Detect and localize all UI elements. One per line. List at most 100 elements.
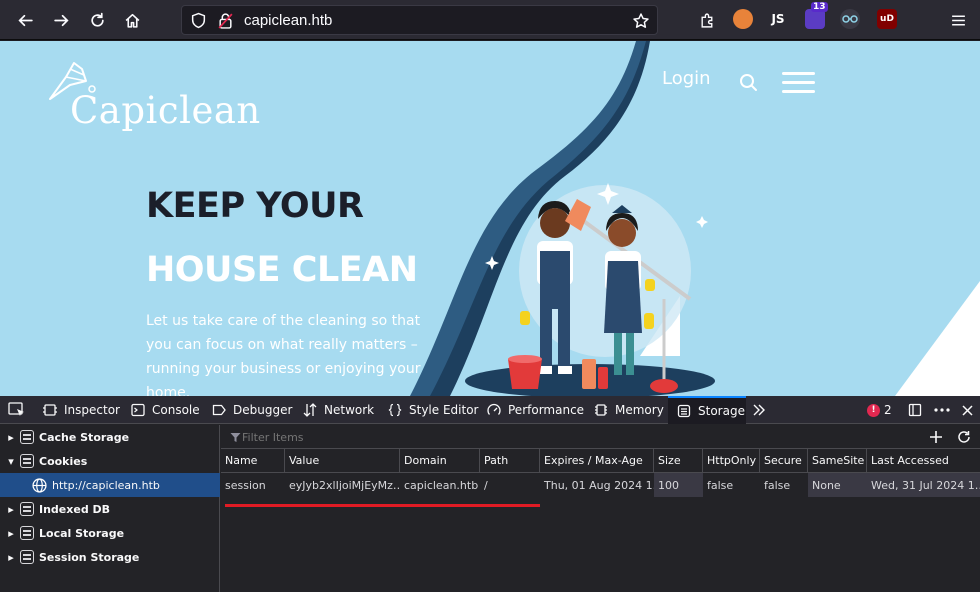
col-header-size[interactable]: Size [654,449,703,472]
devtools-tabbar: Inspector Console Debugger Network Style… [0,396,980,424]
login-link[interactable]: Login [662,68,711,89]
cell-size[interactable]: 100 [654,473,703,497]
table-header: Name Value Domain Path Expires / Max-Age… [221,449,980,473]
tree-local-storage[interactable]: ▸ Local Storage [0,521,220,545]
purple-ext-icon[interactable]: 13 [805,2,828,29]
cell-domain[interactable]: capiclean.htb [400,473,480,497]
gauge-icon [486,402,502,418]
ublock-icon[interactable]: uD [877,9,897,29]
cell-name[interactable]: session [221,473,285,497]
network-icon [302,402,318,418]
add-item-icon[interactable] [929,430,943,444]
tab-inspector[interactable]: Inspector [42,396,120,424]
tree-label: Local Storage [39,526,125,540]
tab-debugger-label: Debugger [233,403,293,417]
col-header-samesite[interactable]: SameSite [808,449,867,472]
url-bar[interactable]: capiclean.htb [181,5,658,35]
insecure-lock-icon[interactable] [218,12,233,29]
col-header-domain[interactable]: Domain [400,449,480,472]
app-menu-button[interactable] [944,6,972,34]
home-icon [125,13,139,28]
devtools-options-button[interactable] [933,396,951,424]
tab-storage[interactable]: Storage [668,396,746,424]
database-icon [20,454,34,468]
extensions-button[interactable] [693,6,721,34]
close-devtools-button[interactable] [961,396,974,424]
expand-arrow-icon[interactable]: ▸ [6,527,16,540]
memory-chip-icon [593,402,609,418]
error-count: 2 [884,403,892,417]
dock-toggle-button[interactable] [908,396,922,424]
forward-button[interactable] [47,6,75,34]
tab-memory[interactable]: Memory [593,396,664,424]
inspector-icon [42,402,58,418]
col-header-expires[interactable]: Expires / Max-Age [540,449,654,472]
hero-paragraph: Let us take care of the cleaning so that… [146,313,421,396]
expand-arrow-icon[interactable]: ▸ [6,431,16,444]
tab-debugger[interactable]: Debugger [211,396,292,424]
more-dots-icon [934,408,950,412]
spy-ext-icon[interactable] [840,9,860,29]
cell-expires[interactable]: Thu, 01 Aug 2024 1… [540,473,654,497]
cell-httponly[interactable]: false [703,473,760,497]
hero-heading-line1: KEEP YOUR [146,186,364,226]
site-menu-button[interactable] [782,72,815,94]
search-icon[interactable] [738,71,760,93]
shield-icon[interactable] [190,12,207,29]
devtools-panel: Inspector Console Debugger Network Style… [0,396,980,592]
hamburger-menu-icon [951,14,965,26]
tab-inspector-label: Inspector [64,403,120,417]
col-header-secure[interactable]: Secure [760,449,808,472]
tab-performance[interactable]: Performance [486,396,584,424]
tree-cookie-origin[interactable]: http://capiclean.htb [0,473,220,497]
back-arrow-icon [17,14,33,26]
cell-value[interactable]: eyJyb2xlIjoiMjEyMz… [285,473,400,497]
error-icon: ! [867,403,880,417]
col-header-last-accessed[interactable]: Last Accessed [867,449,980,472]
cleaners-illustration [485,183,708,393]
cell-last-accessed[interactable]: Wed, 31 Jul 2024 1… [867,473,980,497]
console-icon [130,402,146,418]
close-icon [962,404,973,416]
col-header-value[interactable]: Value [285,449,400,472]
cell-secure[interactable]: false [760,473,808,497]
error-count-badge[interactable]: ! 2 [867,396,892,424]
url-text[interactable]: capiclean.htb [244,12,332,29]
tab-memory-label: Memory [615,403,664,417]
js-ext-icon[interactable]: JS [768,9,788,29]
reload-icon [90,12,104,27]
refresh-icon[interactable] [957,430,971,444]
tree-cache-storage[interactable]: ▸ Cache Storage [0,425,220,449]
web-page: Capiclean Login KEEP YOUR HOUSE CLEAN Le… [0,41,980,396]
more-tabs-button[interactable] [752,396,766,424]
cell-path[interactable]: / [480,473,540,497]
back-button[interactable] [11,6,39,34]
fox-ext-icon[interactable] [733,9,753,29]
ext-badge: 13 [811,2,828,12]
cell-samesite[interactable]: None [808,473,867,497]
tab-console[interactable]: Console [130,396,200,424]
tree-cookies[interactable]: ▾ Cookies [0,449,220,473]
home-button[interactable] [118,6,146,34]
debugger-icon [211,402,227,418]
col-header-path[interactable]: Path [480,449,540,472]
element-picker-button[interactable] [8,396,26,424]
tree-indexed-db[interactable]: ▸ Indexed DB [0,497,220,521]
table-row[interactable]: session eyJyb2xlIjoiMjEyMz… capiclean.ht… [221,473,980,497]
reload-button[interactable] [83,6,111,34]
collapse-arrow-icon[interactable]: ▾ [6,455,16,468]
filter-input[interactable] [242,428,882,446]
dock-side-icon [908,403,922,417]
tab-style-editor[interactable]: Style Editor [387,396,478,424]
site-logo[interactable]: Capiclean [70,89,261,132]
col-header-httponly[interactable]: HttpOnly [703,449,760,472]
expand-arrow-icon[interactable]: ▸ [6,503,16,516]
expand-arrow-icon[interactable]: ▸ [6,551,16,564]
tab-network[interactable]: Network [302,396,374,424]
globe-icon [32,477,47,493]
col-header-name[interactable]: Name [221,449,285,472]
tree-session-storage[interactable]: ▸ Session Storage [0,545,220,569]
bookmark-star-icon[interactable] [632,12,650,30]
tree-label: Indexed DB [39,502,111,516]
tab-storage-label: Storage [698,404,745,418]
